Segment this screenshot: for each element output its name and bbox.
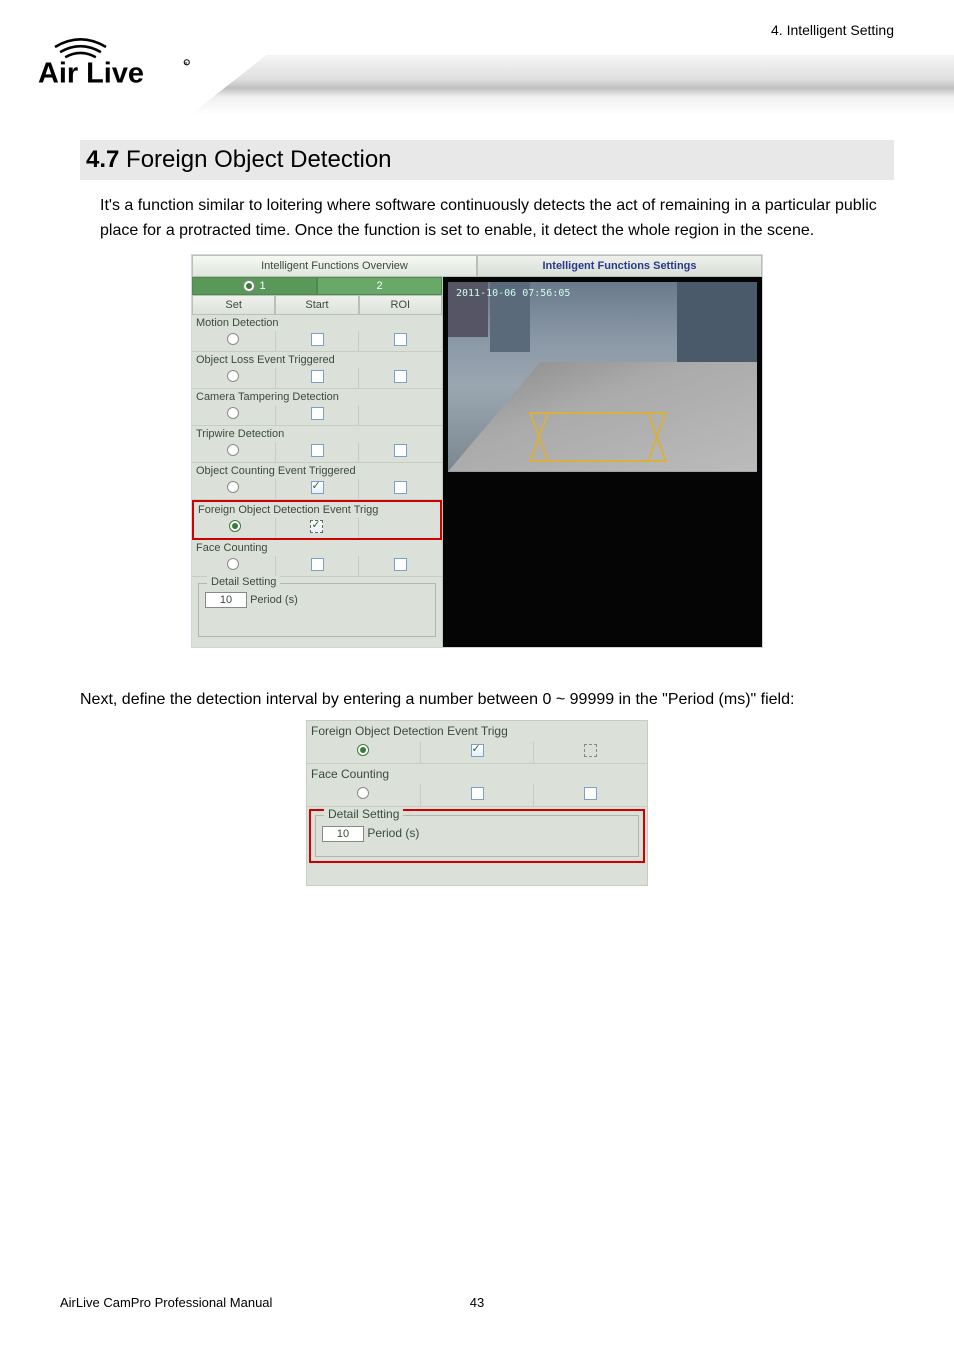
ss2-foreign-radio[interactable]	[357, 744, 369, 756]
ss2-period-label: Period (s)	[367, 826, 419, 840]
motion-start-chk[interactable]	[311, 333, 324, 346]
ss2-period-input[interactable]: 10	[322, 826, 364, 842]
objcount-set-radio[interactable]	[227, 481, 239, 493]
motion-roi-chk[interactable]	[394, 333, 407, 346]
svg-text:Air Live: Air Live	[38, 58, 144, 90]
tripwire-roi-chk[interactable]	[394, 444, 407, 457]
paragraph-2: Next, define the detection interval by e…	[80, 688, 894, 713]
row-motion-label: Motion Detection	[192, 315, 442, 331]
airlive-logo: Air Live R	[38, 30, 208, 95]
tamper-set-radio[interactable]	[227, 407, 239, 419]
ss2-foreign-start[interactable]	[471, 744, 484, 757]
paragraph-1: It's a function similar to loitering whe…	[100, 194, 894, 244]
foreign-set-radio[interactable]	[229, 520, 241, 532]
section-number: 4.7	[86, 146, 119, 173]
row-objcount-label: Object Counting Event Triggered	[192, 463, 442, 479]
video-preview: 2011-10-06 07:56:05	[443, 277, 762, 647]
ss2-face-roi[interactable]	[584, 787, 597, 800]
tripwire-start-chk[interactable]	[311, 444, 324, 457]
objcount-start-chk[interactable]	[311, 481, 324, 494]
ss2-face-start[interactable]	[471, 787, 484, 800]
motion-set-radio[interactable]	[227, 333, 239, 345]
detail-closeup: Foreign Object Detection Event Trigg Fac…	[306, 720, 648, 886]
chapter-label: 4. Intelligent Setting	[771, 22, 894, 38]
row-foreign-label: Foreign Object Detection Event Trigg	[194, 502, 440, 518]
svg-text:R: R	[184, 61, 187, 66]
row-face-label: Face Counting	[192, 540, 442, 556]
foreign-start-chk[interactable]	[310, 520, 323, 533]
face-set-radio[interactable]	[227, 558, 239, 570]
detail-setting-group: Detail Setting 10 Period (s)	[198, 583, 436, 637]
objloss-set-radio[interactable]	[227, 370, 239, 382]
page-footer: AirLive CamPro Professional Manual 43	[60, 1295, 894, 1310]
footer-page-number: 43	[470, 1295, 484, 1310]
face-start-chk[interactable]	[311, 558, 324, 571]
header-swoosh	[190, 55, 954, 115]
col-start: Start	[275, 295, 358, 315]
objcount-roi-chk[interactable]	[394, 481, 407, 494]
section-heading: 4.7 Foreign Object Detection	[80, 140, 894, 180]
face-roi-chk[interactable]	[394, 558, 407, 571]
tab-overview[interactable]: Intelligent Functions Overview	[192, 255, 477, 277]
period-label: Period (s)	[250, 594, 298, 606]
detail-legend: Detail Setting	[207, 576, 280, 588]
ss2-detail-legend: Detail Setting	[324, 807, 403, 821]
period-input[interactable]: 10	[205, 592, 247, 608]
channel-tab-1[interactable]: 1	[192, 277, 317, 295]
tamper-start-chk[interactable]	[311, 407, 324, 420]
row-objloss-label: Object Loss Event Triggered	[192, 352, 442, 368]
video-timestamp: 2011-10-06 07:56:05	[456, 288, 570, 299]
ss2-foreign-label: Foreign Object Detection Event Trigg	[307, 721, 647, 741]
tab-settings[interactable]: Intelligent Functions Settings	[477, 255, 762, 277]
footer-manual-name: AirLive CamPro Professional Manual	[60, 1295, 272, 1310]
objloss-roi-chk[interactable]	[394, 370, 407, 383]
ss2-foreign-roi[interactable]	[584, 744, 597, 757]
objloss-start-chk[interactable]	[311, 370, 324, 383]
col-roi: ROI	[359, 295, 442, 315]
ss2-face-radio[interactable]	[357, 787, 369, 799]
channel-tab-2[interactable]: 2	[317, 277, 442, 295]
col-set: Set	[192, 295, 275, 315]
tripwire-set-radio[interactable]	[227, 444, 239, 456]
row-tamper-label: Camera Tampering Detection	[192, 389, 442, 405]
functions-panel: 1 2 Set Start ROI Motion Detection	[192, 277, 443, 647]
settings-window: Intelligent Functions Overview Intellige…	[191, 254, 763, 648]
row-tripwire-label: Tripwire Detection	[192, 426, 442, 442]
section-title: Foreign Object Detection	[126, 146, 391, 173]
ss2-face-label: Face Counting	[307, 764, 647, 784]
ss2-detail-group: Detail Setting 10 Period (s)	[315, 815, 639, 857]
